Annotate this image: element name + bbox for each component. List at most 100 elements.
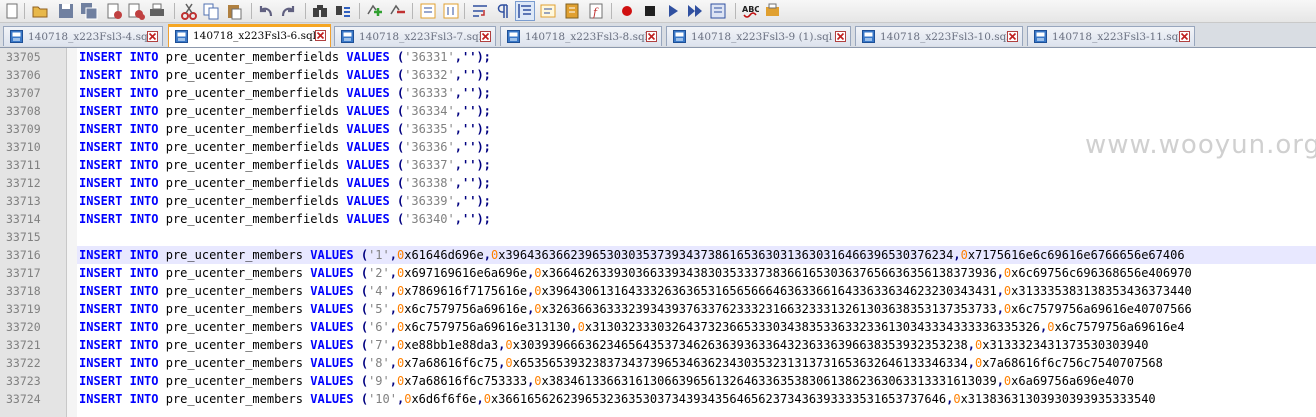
tab-label: 140718_x223Fsl3-10.sql	[880, 31, 1010, 43]
tab-close-icon[interactable]	[835, 31, 846, 42]
document-map-button[interactable]	[563, 2, 581, 20]
string-value: '8'	[368, 356, 390, 370]
line-code[interactable]: INSERT INTO pre_ucenter_members VALUES (…	[77, 264, 1316, 282]
table-name: pre_ucenter_members	[165, 338, 304, 352]
stop-recording-button[interactable]	[641, 2, 659, 20]
redo-button[interactable]	[279, 2, 297, 20]
line-number: 33724	[6, 392, 41, 406]
line-code[interactable]: INSERT INTO pre_ucenter_memberfields VAL…	[77, 48, 1316, 66]
line-code[interactable]: INSERT INTO pre_ucenter_memberfields VAL…	[77, 192, 1316, 210]
tab-5[interactable]: 140718_x223Fsl3-9 (1).sql	[666, 26, 851, 46]
tab-close-icon[interactable]	[315, 30, 326, 41]
sync-vertical-button[interactable]	[419, 2, 437, 20]
line-number: 33710	[6, 140, 41, 154]
line-tail: ,'');	[454, 158, 491, 172]
indent-guide-button[interactable]	[515, 1, 535, 21]
spell-check-button[interactable]: ABC	[741, 2, 759, 20]
keyword-values: VALUES	[310, 374, 354, 388]
line-code[interactable]: INSERT INTO pre_ucenter_members VALUES (…	[77, 390, 1316, 408]
table-name: pre_ucenter_members	[165, 320, 304, 334]
keyword-insert: INSERT	[79, 338, 123, 352]
line-code[interactable]: INSERT INTO pre_ucenter_members VALUES (…	[77, 372, 1316, 390]
line-number: 33707	[6, 86, 41, 100]
line-code[interactable]: INSERT INTO pre_ucenter_members VALUES (…	[77, 336, 1316, 354]
editor[interactable]: 33705 INSERT INTO pre_ucenter_memberfield…	[0, 48, 1316, 417]
replace-button[interactable]	[334, 2, 352, 20]
keyword-into: INTO	[129, 50, 159, 64]
line-code[interactable]: INSERT INTO pre_ucenter_members VALUES (…	[77, 282, 1316, 300]
tab-close-icon[interactable]	[1179, 31, 1190, 42]
save-all-button[interactable]	[80, 2, 98, 20]
cut-button[interactable]	[180, 2, 198, 20]
string-value: '36333'	[404, 86, 455, 100]
keyword-values: VALUES	[310, 338, 354, 352]
table-name: pre_ucenter_memberfields	[165, 104, 340, 118]
close-all-button[interactable]	[127, 2, 145, 20]
string-value: '36334'	[404, 104, 455, 118]
find-button[interactable]	[311, 2, 329, 20]
line-code[interactable]: INSERT INTO pre_ucenter_memberfields VAL…	[77, 66, 1316, 84]
tab-close-icon[interactable]	[646, 31, 657, 42]
keyword-values: VALUES	[346, 158, 390, 172]
line-code[interactable]: INSERT INTO pre_ucenter_members VALUES (…	[77, 246, 1316, 264]
line-tail: ,'');	[454, 212, 491, 226]
keyword-into: INTO	[129, 320, 159, 334]
new-file-button[interactable]	[3, 2, 21, 20]
tab-close-icon[interactable]	[1007, 31, 1018, 42]
sync-horizontal-icon	[443, 3, 459, 19]
print-button[interactable]	[148, 2, 166, 20]
play-macro-button[interactable]	[664, 2, 682, 20]
line-tail: ,'');	[454, 194, 491, 208]
line-code[interactable]: INSERT INTO pre_ucenter_memberfields VAL…	[77, 174, 1316, 192]
line-code[interactable]: INSERT INTO pre_ucenter_members VALUES (…	[77, 354, 1316, 372]
paste-button[interactable]	[225, 2, 243, 20]
code-line: 33713 INSERT INTO pre_ucenter_memberfield…	[0, 192, 1316, 210]
zoom-in-button[interactable]	[366, 2, 384, 20]
tab-3[interactable]: 140718_x223Fsl3-7.sql	[334, 26, 496, 46]
line-code[interactable]	[77, 228, 1316, 246]
line-code[interactable]: INSERT INTO pre_ucenter_memberfields VAL…	[77, 102, 1316, 120]
hex-value: x7a68616f6c753333	[404, 374, 528, 388]
word-wrap-button[interactable]	[471, 2, 489, 20]
line-code[interactable]: INSERT INTO pre_ucenter_members VALUES (…	[77, 318, 1316, 336]
tab-2[interactable]: 140718_x223Fsl3-6.sql	[168, 24, 331, 47]
line-code[interactable]: INSERT INTO pre_ucenter_memberfields VAL…	[77, 210, 1316, 228]
hex-value: x3133323431373530303940	[982, 338, 1149, 352]
tab-4[interactable]: 140718_x223Fsl3-8.sql	[500, 26, 662, 46]
tab-7[interactable]: 140718_x223Fsl3-11.sql	[1027, 26, 1195, 46]
hex-value: x6c7579756a69616e	[404, 302, 528, 316]
hex-value: x6c69756c696368656e406970	[1011, 266, 1192, 280]
run-macro-multiple-button[interactable]	[686, 2, 704, 20]
tab-close-icon[interactable]	[147, 31, 158, 42]
show-all-characters-button[interactable]	[494, 2, 512, 20]
zoom-out-button[interactable]	[389, 2, 407, 20]
keyword-into: INTO	[129, 122, 159, 136]
open-file-button[interactable]	[31, 2, 49, 20]
undo-button[interactable]	[257, 2, 275, 20]
save-macro-button[interactable]	[709, 2, 727, 20]
tab-bar: 140718_x223Fsl3-4.sql 140718_x223Fsl3-6.s…	[0, 23, 1316, 48]
string-value: '36338'	[404, 176, 455, 190]
close-button[interactable]	[105, 2, 123, 20]
line-number: 33720	[6, 320, 41, 334]
tab-6[interactable]: 140718_x223Fsl3-10.sql	[855, 26, 1023, 46]
tab-1[interactable]: 140718_x223Fsl3-4.sql	[3, 26, 163, 46]
line-code[interactable]: INSERT INTO pre_ucenter_members VALUES (…	[77, 300, 1316, 318]
user-language-button[interactable]	[539, 2, 557, 20]
sync-horizontal-button[interactable]	[442, 2, 460, 20]
string-value: '36332'	[404, 68, 455, 82]
toolbar-separator	[24, 3, 25, 19]
copy-button[interactable]	[202, 2, 220, 20]
spell-settings-button[interactable]	[764, 2, 782, 20]
function-list-button[interactable]: f	[587, 2, 605, 20]
record-macro-button[interactable]	[618, 2, 636, 20]
line-number: 33716	[6, 248, 41, 262]
file-icon	[341, 30, 354, 43]
table-name: pre_ucenter_members	[165, 284, 304, 298]
keyword-values: VALUES	[346, 176, 390, 190]
hex-value: x6c7579756a69616e40707566	[1011, 302, 1192, 316]
line-code[interactable]: INSERT INTO pre_ucenter_memberfields VAL…	[77, 84, 1316, 102]
tab-close-icon[interactable]	[480, 31, 491, 42]
keyword-into: INTO	[129, 104, 159, 118]
save-button[interactable]	[57, 2, 75, 20]
